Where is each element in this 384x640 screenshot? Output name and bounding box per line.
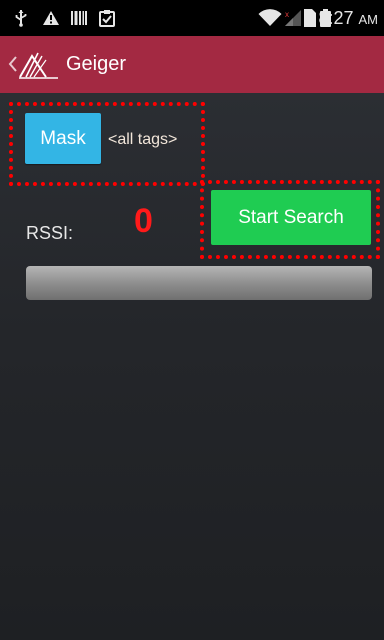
rssi-progress-bar <box>26 266 372 300</box>
usb-icon <box>14 9 28 27</box>
mask-tags-label: <all tags> <box>108 131 178 148</box>
clipboard-icon <box>98 9 116 27</box>
app-title: Geiger <box>66 53 127 75</box>
mask-button[interactable]: Mask <box>25 113 101 164</box>
start-search-button[interactable]: Start Search <box>211 190 371 245</box>
barcode-icon <box>71 9 87 27</box>
wifi-icon <box>258 9 282 27</box>
geiger-content: Mask <all tags> RSSI: 0 Start Search <box>0 93 384 640</box>
status-bar: x 8:27 AM <box>0 0 384 36</box>
svg-text:x: x <box>285 10 289 19</box>
rssi-value: 0 <box>134 202 153 240</box>
chevron-left-icon[interactable] <box>8 55 18 73</box>
clock: 8:27 AM <box>318 8 378 28</box>
screen: x 8:27 AM Geiger Mask <all tags> RSSI: 0… <box>0 0 384 640</box>
warning-icon <box>42 9 60 27</box>
signal-icon: x <box>284 9 302 27</box>
rssi-label: RSSI: <box>26 223 74 243</box>
sim-icon <box>304 9 316 27</box>
app-logo[interactable] <box>18 50 62 80</box>
action-bar: Geiger <box>0 36 384 93</box>
